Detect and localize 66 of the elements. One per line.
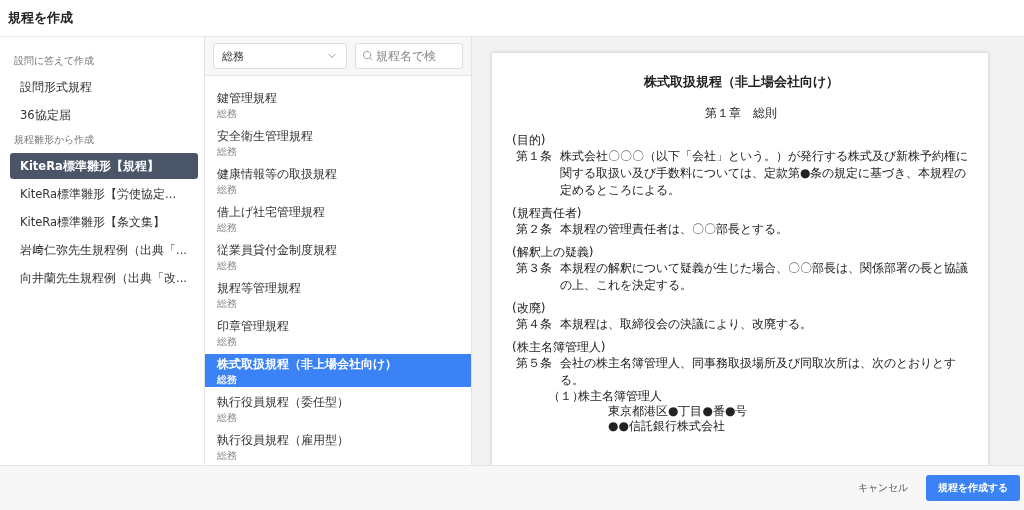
template-list-item[interactable]: 執行役員規程（委任型） 総務 <box>205 392 471 425</box>
sidebar-group-heading: 設問に答えて作成 <box>13 54 95 68</box>
item-detail: ●●信託銀行株式会社 <box>607 419 726 434</box>
sidebar-item[interactable]: 36協定届 <box>10 102 198 128</box>
template-list-item[interactable]: 健康情報等の取扱規程 総務 <box>205 164 471 197</box>
sidebar-group-heading: 規程雛形から作成 <box>13 133 95 147</box>
article-text: 本規程の解釈について疑義が生じた場合、〇〇部長は、関係部署の長と協議の上、これを決定する。 <box>560 260 969 294</box>
template-name: 鍵管理規程 <box>217 89 278 107</box>
template-list-item[interactable]: 借上げ社宅管理規程 総務 <box>205 202 471 235</box>
article-text: 本規程の管理責任者は、〇〇部長とする。 <box>560 221 789 238</box>
item-number: （１） <box>548 389 578 404</box>
template-name: 安全衛生管理規程 <box>217 127 314 145</box>
item-text: 株主名簿管理人 <box>578 389 662 404</box>
cancel-button[interactable]: キャンセル <box>852 480 914 496</box>
template-category: 総務 <box>217 372 238 387</box>
document-title: 株式取扱規程（非上場会社向け） <box>642 73 840 91</box>
section-caption: (規程責任者) <box>512 205 583 221</box>
article-number: 第３条 <box>516 260 553 277</box>
article-number: 第１条 <box>516 148 553 165</box>
template-category: 総務 <box>217 182 238 197</box>
item-detail: 東京都港区●丁目●番●号 <box>607 404 749 419</box>
template-name: 印章管理規程 <box>217 317 290 335</box>
template-category: 総務 <box>217 220 238 235</box>
sidebar-item[interactable]: 岩﨑仁弥先生規程例（出典「... <box>10 237 198 263</box>
template-list-item[interactable]: 株式取扱規程（非上場会社向け） 総務 <box>205 354 471 387</box>
template-category: 総務 <box>217 144 238 159</box>
template-category: 総務 <box>217 448 238 463</box>
sidebar-item[interactable]: KiteRa標準雛形【労使協定... <box>10 181 198 207</box>
sidebar-item[interactable]: 向井蘭先生規程例（出典「改... <box>10 265 198 291</box>
section-caption: (目的) <box>512 132 547 148</box>
template-list-item[interactable]: 執行役員規程（雇用型） 総務 <box>205 430 471 463</box>
template-name: 株式取扱規程（非上場会社向け） <box>217 355 398 373</box>
category-select[interactable]: 総務 <box>213 43 347 69</box>
window-title: 規程を作成 <box>8 9 73 27</box>
article-text: 株式会社〇〇〇（以下「会社」という。）が発行する株式及び新株予約権に関する取扱い及び手数料については、定款第●条の規定に基づき、本規程の定めるところによる。 <box>560 148 969 199</box>
template-category: 総務 <box>217 106 238 121</box>
section-caption: (改廃) <box>512 300 547 316</box>
template-name: 執行役員規程（委任型） <box>217 393 350 411</box>
article-text: 本規程は、取締役会の決議により、改廃する。 <box>560 316 813 333</box>
template-category: 総務 <box>217 410 238 425</box>
template-name: 健康情報等の取扱規程 <box>217 165 338 183</box>
sidebar-item[interactable]: KiteRa標準雛形【条文集】 <box>10 209 198 235</box>
search-icon <box>362 50 373 61</box>
template-name: 規程等管理規程 <box>217 279 302 297</box>
template-name: 執行役員規程（雇用型） <box>217 431 350 449</box>
article-number: 第５条 <box>516 355 553 372</box>
article-number: 第４条 <box>516 316 553 333</box>
sidebar-item[interactable]: KiteRa標準雛形【規程】 <box>10 153 198 179</box>
template-list-item[interactable]: 規程等管理規程 総務 <box>205 278 471 311</box>
template-list-item[interactable]: 印章管理規程 総務 <box>205 316 471 349</box>
sidebar-item[interactable]: 設問形式規程 <box>10 74 198 100</box>
template-category: 総務 <box>217 334 238 349</box>
template-category: 総務 <box>217 296 238 311</box>
section-caption: (解釈上の疑義) <box>512 244 595 260</box>
template-name: 従業員貸付金制度規程 <box>217 241 338 259</box>
template-category: 総務 <box>217 258 238 273</box>
article-number: 第２条 <box>516 221 553 238</box>
chapter-heading: 第１章 総則 <box>704 105 778 122</box>
template-name: 借上げ社宅管理規程 <box>217 203 326 221</box>
article-text: 会社の株主名簿管理人、同事務取扱場所及び同取次所は、次のとおりとする。 <box>560 355 957 389</box>
template-list-item[interactable]: 鍵管理規程 総務 <box>205 88 471 121</box>
template-list-item[interactable]: 従業員貸付金制度規程 総務 <box>205 240 471 273</box>
search-field[interactable]: 規程名で検 <box>355 43 463 69</box>
create-button[interactable]: 規程を作成する <box>926 475 1020 501</box>
section-caption: (株主名簿管理人) <box>512 339 607 355</box>
template-list-item[interactable]: 安全衛生管理規程 総務 <box>205 126 471 159</box>
